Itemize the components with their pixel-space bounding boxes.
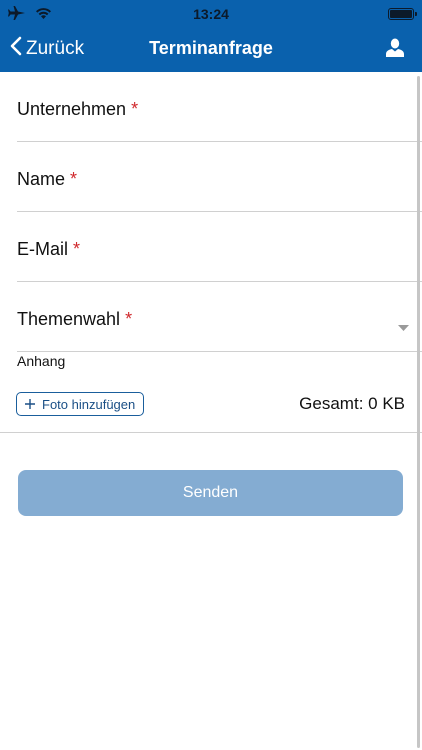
battery-icon [388,8,417,20]
add-photo-button[interactable]: Foto hinzufügen [16,392,145,416]
field-label: Name * [17,169,78,189]
navigation-bar: Zurück Terminanfrage [0,28,422,72]
page-title: Terminanfrage [149,38,273,58]
required-marker: * [73,239,81,259]
appointment-form: Unternehmen * Name * E-Mail * Themenwahl * A… [0,72,422,433]
add-photo-label: Foto hinzufügen [42,396,136,412]
name-field[interactable]: Name * [17,142,422,212]
attachment-total: Gesamt: 0 KB [299,394,405,413]
required-marker: * [125,309,133,329]
plus-icon [25,397,35,412]
field-label: Themenwahl * [17,309,133,329]
attachment-label: Anhang [17,353,66,369]
topic-select[interactable]: Themenwahl * [17,282,422,352]
field-label: E-Mail * [17,239,81,259]
attachment-section: Anhang Foto hinzufügen Gesamt: 0 KB [0,352,422,433]
send-label: Senden [182,484,239,501]
field-label: Unternehmen * [17,99,139,119]
caret-down-icon [398,318,409,336]
send-button[interactable]: Senden [18,470,403,516]
required-marker: * [70,169,78,189]
app-header: 13:24 Zurück Terminanfrage [0,0,422,72]
status-time: 13:24 [193,6,229,22]
user-icon[interactable] [386,38,404,62]
email-field[interactable]: E-Mail * [17,212,422,282]
company-field[interactable]: Unternehmen * [17,72,422,142]
status-bar: 13:24 [0,0,422,28]
required-marker: * [131,99,139,119]
scrollbar[interactable] [417,76,420,748]
